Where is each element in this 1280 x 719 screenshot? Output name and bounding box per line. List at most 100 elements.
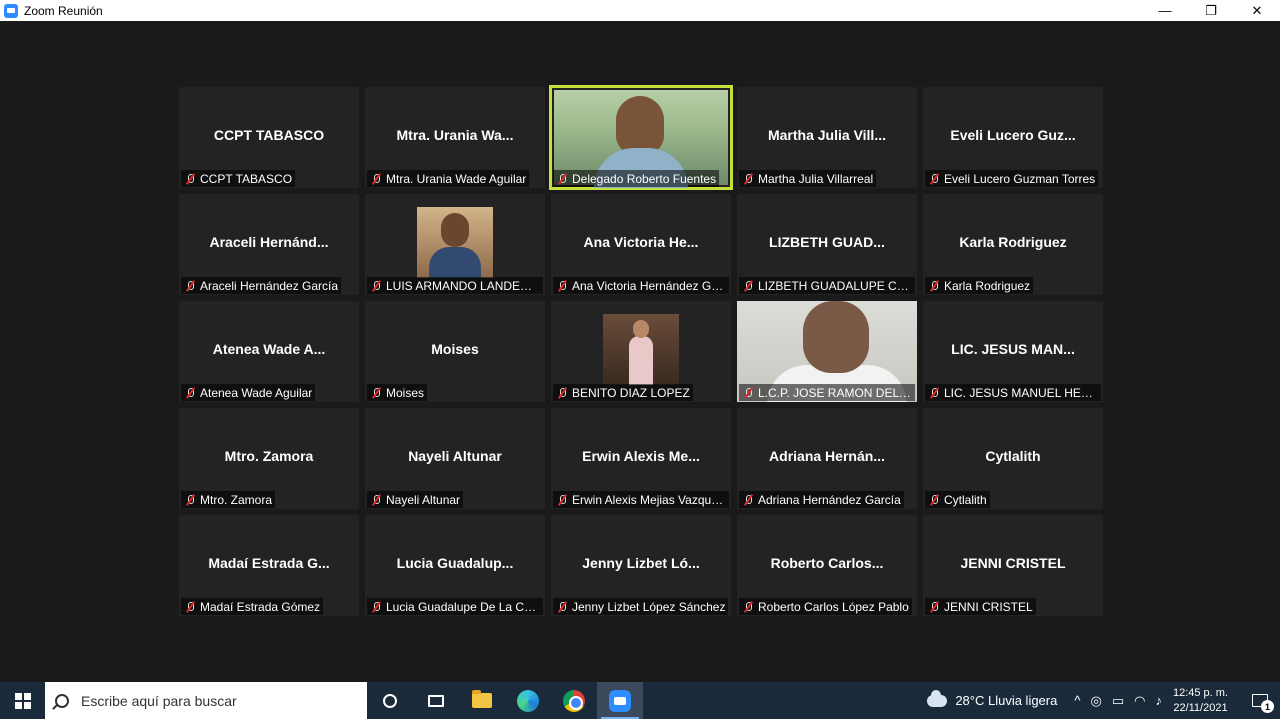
cortana-icon <box>383 693 397 708</box>
participant-tile[interactable]: LIC. JESUS MAN... LIC. JESUS MANUEL HERN.… <box>923 301 1103 402</box>
participant-tile[interactable]: Karla Rodriguez Karla Rodriguez <box>923 194 1103 295</box>
muted-mic-icon <box>369 600 383 614</box>
start-button[interactable] <box>0 682 45 719</box>
cortana-button[interactable] <box>367 682 413 719</box>
participant-name-label: LIZBETH GUADALUPE CAST... <box>739 277 915 294</box>
participant-name-label: Delegado Roberto Fuentes <box>553 170 720 187</box>
taskbar-search[interactable]: Escribe aquí para buscar <box>45 682 367 719</box>
participant-tile[interactable]: Jenny Lizbet Ló... Jenny Lizbet López Sán… <box>551 515 731 616</box>
participant-name: Mtra. Urania Wade Aguilar <box>386 171 527 186</box>
tray-chevron-icon[interactable]: ^ <box>1074 693 1080 708</box>
participant-tile[interactable]: Roberto Carlos... Roberto Carlos López Pa… <box>737 515 917 616</box>
participant-tile[interactable]: JENNI CRISTEL JENNI CRISTEL <box>923 515 1103 616</box>
participant-name-label: Karla Rodriguez <box>925 277 1034 294</box>
muted-mic-icon <box>741 600 755 614</box>
participant-tile[interactable]: Cytlalith Cytlalith <box>923 408 1103 509</box>
window-controls: — ❐ ✕ <box>1142 0 1280 21</box>
muted-mic-icon <box>369 279 383 293</box>
participant-display-name: LIC. JESUS MAN... <box>951 341 1075 357</box>
gallery-view: CCPT TABASCO CCPT TABASCO Mtra. Urania Wa.… <box>0 21 1280 682</box>
participant-tile[interactable]: LIZBETH GUAD... LIZBETH GUADALUPE CAST... <box>737 194 917 295</box>
muted-mic-icon <box>555 386 569 400</box>
muted-mic-icon <box>183 493 197 507</box>
muted-mic-icon <box>927 172 941 186</box>
muted-mic-icon <box>927 493 941 507</box>
participant-tile[interactable]: L.C.P. JOSE RAMON DEL C... <box>737 301 917 402</box>
clock[interactable]: 12:45 p. m. 22/11/2021 <box>1173 686 1228 716</box>
participant-name-label: Nayeli Altunar <box>367 491 464 508</box>
cloud-rain-icon <box>927 689 948 707</box>
participant-name-label: Atenea Wade Aguilar <box>181 384 316 401</box>
participant-name: Mtro. Zamora <box>200 492 273 507</box>
participant-display-name: Nayeli Altunar <box>408 448 502 464</box>
participant-display-name: Lucia Guadalup... <box>396 555 514 571</box>
participant-tile[interactable]: CCPT TABASCO CCPT TABASCO <box>179 87 359 188</box>
participant-name: Cytlalith <box>944 492 987 507</box>
participant-tile[interactable]: LUIS ARMANDO LANDERO... <box>365 194 545 295</box>
zoom-taskbar-button[interactable] <box>597 682 643 719</box>
muted-mic-icon <box>741 493 755 507</box>
participant-name: Lucia Guadalupe De La Cru... <box>386 599 540 614</box>
task-view-button[interactable] <box>413 682 459 719</box>
participant-display-name: Araceli Hernánd... <box>209 234 329 250</box>
participant-tile[interactable]: BENITO DIAZ LOPEZ <box>551 301 731 402</box>
weather-text: 28°C Lluvia ligera <box>955 693 1058 708</box>
participant-name-label: Mtra. Urania Wade Aguilar <box>367 170 530 187</box>
participant-name: Adriana Hernández García <box>758 492 901 507</box>
clock-date: 22/11/2021 <box>1173 701 1228 714</box>
battery-icon[interactable]: ▭ <box>1112 693 1124 709</box>
participant-name: Martha Julia Villarreal <box>758 171 874 186</box>
participant-tile[interactable]: Ana Victoria He... Ana Victoria Hernández… <box>551 194 731 295</box>
participant-tile[interactable]: Adriana Hernán... Adriana Hernández Garcí… <box>737 408 917 509</box>
edge-button[interactable] <box>505 682 551 719</box>
windows-logo-icon <box>14 692 31 709</box>
video-figure <box>629 336 653 385</box>
participant-video <box>417 207 493 278</box>
video-figure <box>633 320 649 338</box>
participant-name: LIC. JESUS MANUEL HERN... <box>944 385 1098 400</box>
participant-tile[interactable]: Araceli Hernánd... Araceli Hernández Garc… <box>179 194 359 295</box>
participant-tile[interactable]: Mtra. Urania Wa... Mtra. Urania Wade Agui… <box>365 87 545 188</box>
zoom-app-icon <box>4 3 18 18</box>
participant-name: JENNI CRISTEL <box>944 599 1033 614</box>
close-button[interactable]: ✕ <box>1234 0 1280 21</box>
participant-tile[interactable]: Nayeli Altunar Nayeli Altunar <box>365 408 545 509</box>
edge-icon <box>517 689 539 712</box>
participant-tile[interactable]: Lucia Guadalup... Lucia Guadalupe De La C… <box>365 515 545 616</box>
volume-icon[interactable]: ♪ <box>1155 693 1162 708</box>
window-title: Zoom Reunión <box>24 3 103 18</box>
participant-name: Jenny Lizbet López Sánchez <box>572 599 726 614</box>
meet-now-icon[interactable]: ◎ <box>1090 693 1101 709</box>
participant-display-name: Adriana Hernán... <box>769 448 885 464</box>
participant-name-label: Cytlalith <box>925 491 990 508</box>
participant-display-name: Erwin Alexis Me... <box>582 448 700 464</box>
muted-mic-icon <box>555 279 569 293</box>
muted-mic-icon <box>369 172 383 186</box>
participant-tile[interactable]: Martha Julia Vill... Martha Julia Villarr… <box>737 87 917 188</box>
muted-mic-icon <box>927 279 941 293</box>
participant-name: Araceli Hernández García <box>200 278 339 293</box>
participant-tile[interactable]: Eveli Lucero Guz... Eveli Lucero Guzman T… <box>923 87 1103 188</box>
participant-name-label: Moises <box>367 384 428 401</box>
participant-tile[interactable]: Delegado Roberto Fuentes <box>549 85 733 190</box>
participant-display-name: Martha Julia Vill... <box>767 127 886 143</box>
notification-center-button[interactable]: 1 <box>1240 682 1280 719</box>
clock-time: 12:45 p. m. <box>1172 686 1228 699</box>
file-explorer-button[interactable] <box>459 682 505 719</box>
weather-widget[interactable]: 28°C Lluvia ligera <box>927 689 1058 708</box>
participant-tile[interactable]: Atenea Wade A... Atenea Wade Aguilar <box>179 301 359 402</box>
participant-tile[interactable]: Madaí Estrada G... Madaí Estrada Gómez <box>179 515 359 616</box>
participant-display-name: Mtro. Zamora <box>224 448 314 464</box>
participant-name-label: L.C.P. JOSE RAMON DEL C... <box>739 384 915 401</box>
participant-video <box>603 314 679 385</box>
participant-tile[interactable]: Mtro. Zamora Mtro. Zamora <box>179 408 359 509</box>
maximize-button[interactable]: ❐ <box>1188 0 1234 21</box>
participant-tile[interactable]: Erwin Alexis Me... Erwin Alexis Mejias Va… <box>551 408 731 509</box>
wifi-icon[interactable]: ◠ <box>1134 693 1145 709</box>
video-figure <box>441 213 469 247</box>
folder-icon <box>472 690 492 708</box>
chrome-button[interactable] <box>551 682 597 719</box>
minimize-button[interactable]: — <box>1142 0 1188 21</box>
participant-tile[interactable]: Moises Moises <box>365 301 545 402</box>
participant-name-label: CCPT TABASCO <box>181 170 296 187</box>
